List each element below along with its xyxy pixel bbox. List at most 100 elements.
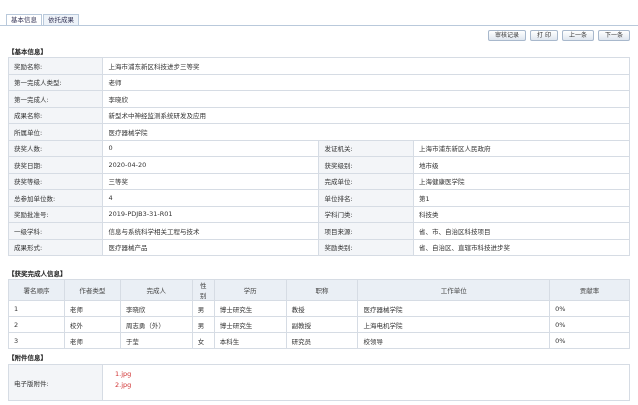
field-label: 奖励批准号: — [7, 205, 104, 223]
field-label: 项目来源: — [318, 222, 414, 240]
field-label: 获奖人数: — [7, 139, 104, 157]
previous-button[interactable]: 上一条 — [562, 30, 594, 41]
toolbar: 审核记录 打 印 上一条 下一条 — [488, 30, 630, 41]
field-label: 获奖级别: — [318, 156, 414, 174]
table-cell: 研究员 — [285, 332, 359, 349]
column-header: 署名顺序 — [8, 279, 65, 301]
info-row: 奖励批准号: 2019-PDJB3-31-R01 学科门类: 科技类 — [7, 205, 631, 223]
info-row: 第一完成人: 李晓欣 — [7, 90, 630, 108]
attachment-link[interactable]: 2.jpg — [115, 380, 131, 391]
attachment-list: 1.jpg 2.jpg — [103, 365, 143, 400]
column-header: 贡献率 — [549, 279, 630, 301]
table-cell: 2 — [8, 316, 65, 333]
field-value: 上海市浦东新区人民政府 — [412, 139, 631, 157]
field-label: 一级学科: — [7, 222, 104, 240]
field-label: 获奖日期: — [7, 156, 104, 174]
info-row: 获奖日期: 2020-04-20 获奖级别: 地市级 — [7, 156, 631, 174]
table-cell: 校外 — [63, 316, 121, 333]
info-row: 获奖人数: 0 发证机关: 上海市浦东新区人民政府 — [7, 139, 631, 157]
field-label: 成果名称: — [7, 106, 104, 124]
field-label: 单位排名: — [318, 189, 414, 207]
field-value: 2019-PDJB3-31-R01 — [102, 205, 320, 223]
table-row: 2 校外 周志勇（外）男博士研究生 副教授 上海电机学院 0% — [8, 316, 630, 333]
field-label: 完成单位: — [318, 172, 414, 190]
attachment-label: 电子版附件: — [9, 365, 103, 400]
field-value: 省、自治区、直辖市科技进步奖 — [412, 238, 631, 256]
field-label: 成果形式: — [7, 238, 104, 256]
info-row: 奖励名称: 上海市浦东新区科技进步三等奖 — [7, 57, 630, 75]
column-header: 职称 — [285, 279, 359, 301]
table-cell: 医疗器械学院 — [357, 300, 551, 317]
table-row: 1 老师 李晓欣男博士研究生 教授 医疗器械学院 0% — [8, 300, 630, 317]
table-cell: 0% — [549, 332, 630, 349]
column-header: 工作单位 — [357, 279, 551, 301]
field-label: 奖励类别: — [318, 238, 414, 256]
field-label: 学科门类: — [318, 205, 414, 223]
people-table: 署名顺序 作者类型 完成人 性别 学历 职称 工作单位 贡献率 1 老师 李晓欣男博士研究生 教授医… — [8, 279, 630, 349]
table-cell: 博士研究生 — [213, 316, 287, 333]
attachment-link[interactable]: 1.jpg — [115, 369, 131, 380]
table-cell: 3 — [8, 332, 65, 349]
column-header: 作者类型 — [63, 279, 121, 301]
field-label: 总参加单位数: — [7, 189, 104, 207]
print-button[interactable]: 打 印 — [530, 30, 558, 41]
section-title-basic: 【基本信息】 — [8, 48, 47, 56]
field-value: 省、市、自治区科技项目 — [412, 222, 631, 240]
section-title-people: 【获奖完成人信息】 — [8, 270, 67, 278]
table-cell: 博士研究生 — [213, 300, 287, 317]
tab-divider — [0, 25, 638, 26]
table-cell: 校领导 — [357, 332, 551, 349]
table-row: 3 老师 于莹女本科生 研究员 校领导 0% — [8, 332, 630, 349]
table-cell: 男 — [191, 316, 215, 333]
info-row: 第一完成人类型: 老师 — [7, 73, 630, 91]
table-cell: 男 — [191, 300, 215, 317]
table-cell: 女 — [191, 332, 215, 349]
table-cell: 本科生 — [213, 332, 287, 349]
basic-info-table: 奖励名称: 上海市浦东新区科技进步三等奖 第一完成人类型: 老师 第一完成人: 李晓欣 成果… — [7, 57, 631, 256]
attachment-box: 电子版附件: 1.jpg 2.jpg — [8, 364, 630, 401]
column-header: 性别 — [191, 279, 215, 301]
info-row: 一级学科: 信息与系统科学相关工程与技术 项目来源: 省、市、自治区科技项目 — [7, 222, 631, 240]
table-cell: 老师 — [63, 300, 121, 317]
field-value: 0 — [102, 139, 320, 157]
field-value: 科技类 — [412, 205, 631, 223]
table-cell: 副教授 — [285, 316, 359, 333]
info-row: 成果名称: 新型术中神经监测系统研发及应用 — [7, 106, 630, 124]
next-button[interactable]: 下一条 — [598, 30, 630, 41]
field-label: 所属单位: — [7, 123, 104, 141]
table-cell: 于莹 — [119, 332, 193, 349]
field-value: 新型术中神经监测系统研发及应用 — [102, 106, 630, 124]
field-label: 发证机关: — [318, 139, 414, 157]
field-label: 获奖等级: — [7, 172, 104, 190]
field-value: 上海健康医学院 — [412, 172, 631, 190]
info-row: 所属单位: 医疗器械学院 — [7, 123, 630, 141]
field-label: 第一完成人类型: — [7, 73, 104, 91]
field-value: 2020-04-20 — [102, 156, 320, 174]
table-cell: 0% — [549, 300, 630, 317]
table-cell: 老师 — [63, 332, 121, 349]
field-value: 地市级 — [412, 156, 631, 174]
info-row: 总参加单位数: 4 单位排名: 第1 — [7, 189, 631, 207]
field-value: 医疗器械学院 — [102, 123, 630, 141]
table-cell: 0% — [549, 316, 630, 333]
field-label: 奖励名称: — [7, 57, 104, 75]
field-value: 上海市浦东新区科技进步三等奖 — [102, 57, 630, 75]
field-value: 李晓欣 — [102, 90, 630, 108]
table-cell: 上海电机学院 — [357, 316, 551, 333]
field-label: 第一完成人: — [7, 90, 104, 108]
field-value: 三等奖 — [102, 172, 320, 190]
table-cell: 教授 — [285, 300, 359, 317]
field-value: 信息与系统科学相关工程与技术 — [102, 222, 320, 240]
field-value: 医疗器械产品 — [102, 238, 320, 256]
column-header: 学历 — [213, 279, 287, 301]
table-cell: 1 — [8, 300, 65, 317]
field-value: 第1 — [412, 189, 631, 207]
table-cell: 李晓欣 — [119, 300, 193, 317]
section-title-attach: 【附件信息】 — [8, 354, 47, 362]
audit-history-button[interactable]: 审核记录 — [488, 30, 526, 41]
column-header: 完成人 — [119, 279, 193, 301]
table-cell: 周志勇（外） — [119, 316, 193, 333]
info-row: 获奖等级: 三等奖 完成单位: 上海健康医学院 — [7, 172, 631, 190]
field-value: 4 — [102, 189, 320, 207]
field-value: 老师 — [102, 73, 630, 91]
